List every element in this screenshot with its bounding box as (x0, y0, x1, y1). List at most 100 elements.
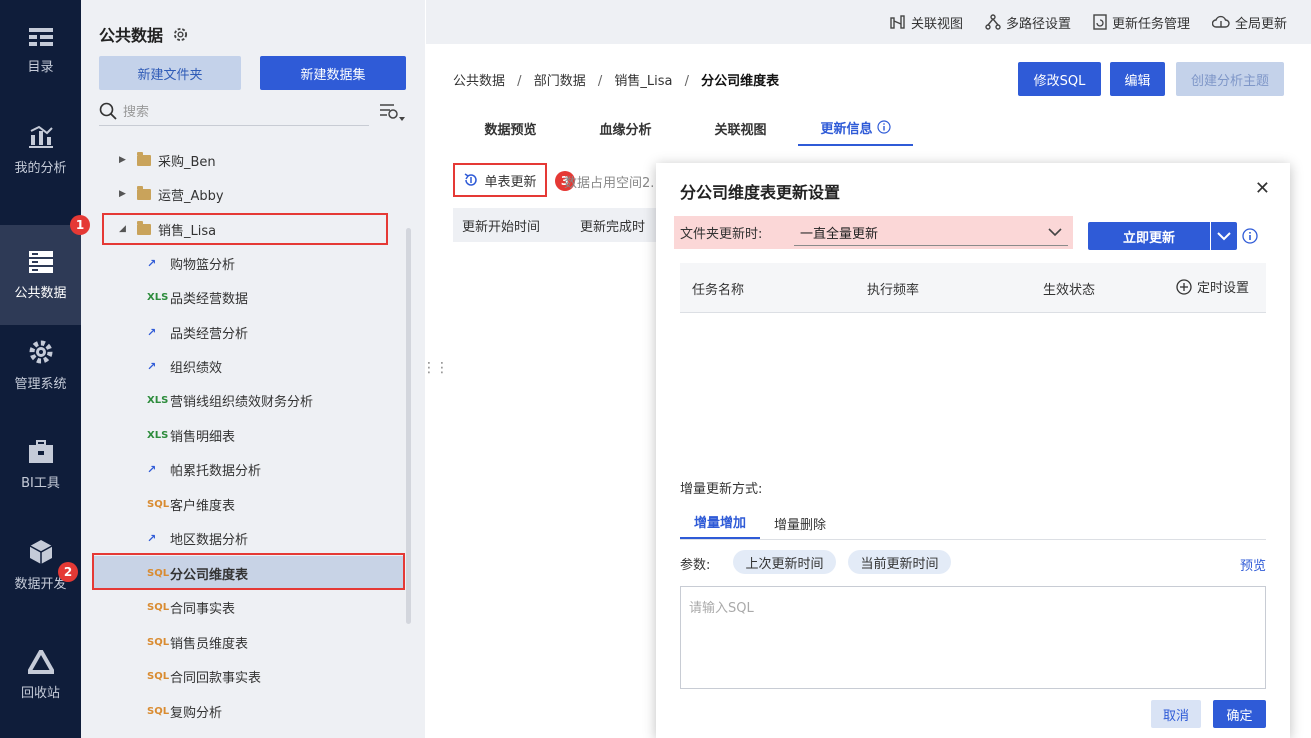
highlight-box-dataset (92, 553, 405, 590)
breadcrumb-separator: / (517, 74, 522, 89)
divider (680, 539, 1266, 540)
tree-item-label: 采购_Ben (158, 154, 216, 170)
refresh-icon (465, 173, 478, 186)
update-task-manage-button[interactable]: 更新任务管理 (1093, 13, 1190, 32)
new-folder-button[interactable]: 新建文件夹 (99, 56, 241, 90)
nav-label: 回收站 (20, 685, 60, 701)
folder-update-select[interactable]: 一直全量更新 (794, 220, 1068, 246)
new-dataset-button[interactable]: 新建数据集 (260, 56, 406, 90)
tree-item-label: 品类经营分析 (170, 326, 249, 342)
relation-view-icon (890, 15, 905, 29)
edit-button[interactable]: 编辑 (1110, 62, 1165, 96)
panel-title: 公共数据 (99, 22, 188, 46)
update-now-button[interactable]: 立即更新 (1088, 222, 1210, 250)
column-header: 生效状态 (1043, 283, 1096, 298)
task-table-header: 任务名称 执行频率 生效状态 定时设置 (680, 263, 1266, 313)
chevron-down-icon (1217, 231, 1231, 240)
column-header: 执行频率 (867, 283, 920, 298)
nav-catalog[interactable]: 目录 (0, 0, 81, 100)
tree-item-label: 帕累托数据分析 (170, 463, 262, 479)
top-toolbar: 关联视图 多路径设置 更新任务管理 全局更新 (426, 0, 1311, 44)
toolbar-label: 更新任务管理 (1111, 16, 1190, 32)
cloud-update-icon (1211, 15, 1230, 28)
incremental-tabs: 增量增加 增量删除 (680, 506, 1266, 540)
tree-item-label: 营销线组织绩效财务分析 (170, 394, 314, 410)
settings-gear-icon (29, 340, 52, 363)
tree-folder-operations[interactable]: ▶ 运营_Abby (119, 177, 449, 211)
create-topic-button[interactable]: 创建分析主题 (1176, 62, 1284, 96)
filter-sort-icon[interactable] (379, 101, 407, 123)
nav-public-data[interactable]: 公共数据 (0, 225, 81, 325)
breadcrumb-item[interactable]: 公共数据 (453, 74, 505, 89)
recycle-icon (27, 649, 54, 674)
params-label: 参数: (680, 558, 711, 573)
panel-title-text: 公共数据 (99, 26, 164, 45)
breadcrumb-item[interactable]: 销售_Lisa (614, 74, 672, 89)
sql-input[interactable]: 请输入SQL (680, 586, 1266, 689)
tree-item-label: 合同回款事实表 (170, 670, 262, 686)
tree-scrollbar[interactable] (406, 228, 411, 624)
catalog-icon (28, 27, 53, 46)
expand-arrow-icon[interactable]: ▶ (119, 189, 129, 199)
update-settings-dialog: 分公司维度表更新设置 ✕ 文件夹更新时: 一直全量更新 立即更新 任务名称 执行… (656, 163, 1290, 738)
nav-management[interactable]: 管理系统 (0, 315, 81, 415)
catalog-tree-panel: 公共数据 新建文件夹 新建数据集 搜索 ▶ 采购_Ben ▶ 运营_Abby ◢… (58, 0, 425, 738)
tab-lineage[interactable]: 血缘分析 (568, 110, 683, 146)
tab-update-info[interactable]: 更新信息 (798, 110, 913, 146)
tab-incremental-add[interactable]: 增量增加 (680, 506, 760, 540)
folder-icon (137, 185, 151, 200)
expand-arrow-icon[interactable]: ▶ (119, 155, 129, 165)
sql-icon: SQL (147, 601, 170, 613)
global-update-button[interactable]: 全局更新 (1211, 13, 1287, 32)
breadcrumb-item[interactable]: 部门数据 (534, 74, 586, 89)
schedule-settings-button[interactable]: 定时设置 (1176, 277, 1249, 296)
nav-label: BI工具 (21, 475, 60, 491)
tab-incremental-delete[interactable]: 增量删除 (760, 506, 840, 540)
nav-label: 目录 (27, 59, 54, 75)
tree-item-label: 客户维度表 (170, 498, 236, 514)
public-data-icon (28, 250, 53, 273)
preview-link[interactable]: 预览 (1240, 555, 1266, 574)
param-chip-last-update[interactable]: 上次更新时间 (733, 550, 836, 574)
incremental-update-label: 增量更新方式: (680, 482, 763, 497)
multipath-settings-button[interactable]: 多路径设置 (985, 13, 1071, 32)
param-chip-current-update[interactable]: 当前更新时间 (848, 550, 951, 574)
gear-icon[interactable] (173, 27, 188, 42)
column-header: 更新开始时间 (462, 219, 541, 235)
close-icon[interactable]: ✕ (1255, 178, 1270, 199)
analysis-line-icon: ↗ (147, 325, 156, 339)
nav-bi-tools[interactable]: BI工具 (0, 415, 81, 515)
nav-label: 我的分析 (14, 160, 67, 176)
tree-item-label: 合同事实表 (170, 601, 236, 617)
single-table-update-button[interactable]: 单表更新 (453, 163, 547, 197)
confirm-button[interactable]: 确定 (1213, 700, 1266, 728)
chevron-down-icon (1048, 228, 1062, 237)
tree-folder-purchase[interactable]: ▶ 采购_Ben (119, 143, 449, 177)
tree-item-label: 购物篮分析 (170, 257, 236, 273)
update-dropdown-toggle[interactable] (1211, 222, 1237, 250)
excel-icon: XLS (147, 291, 169, 303)
breadcrumb-separator: / (684, 74, 690, 89)
folder-update-row: 文件夹更新时: 一直全量更新 (674, 216, 1073, 249)
nav-recycle[interactable]: 回收站 (0, 625, 81, 725)
analysis-line-icon: ↗ (147, 531, 156, 545)
excel-icon: XLS (147, 394, 169, 406)
resize-handle-icon[interactable]: ⋮⋮ (422, 360, 449, 376)
nav-my-analysis[interactable]: 我的分析 (0, 100, 81, 200)
breadcrumb: 公共数据 / 部门数据 / 销售_Lisa / 分公司维度表 (453, 70, 779, 89)
cube-icon (29, 539, 52, 564)
info-icon[interactable] (1242, 228, 1258, 244)
dialog-title: 分公司维度表更新设置 (680, 183, 841, 202)
analysis-line-icon: ↗ (147, 462, 156, 476)
relation-view-button[interactable]: 关联视图 (890, 13, 963, 32)
highlight-box-folder (102, 213, 388, 245)
edit-sql-button[interactable]: 修改SQL (1018, 62, 1101, 96)
excel-icon: XLS (147, 429, 169, 441)
button-label: 单表更新 (484, 174, 537, 190)
toolbar-label: 多路径设置 (1005, 16, 1071, 32)
search-input[interactable]: 搜索 (99, 96, 369, 126)
tab-relation-view[interactable]: 关联视图 (683, 110, 798, 146)
tab-data-preview[interactable]: 数据预览 (453, 110, 568, 146)
left-navigation: 目录 我的分析 公共数据 管理系统 BI工具 数据开发 回收站 (0, 0, 81, 738)
cancel-button[interactable]: 取消 (1151, 700, 1201, 728)
